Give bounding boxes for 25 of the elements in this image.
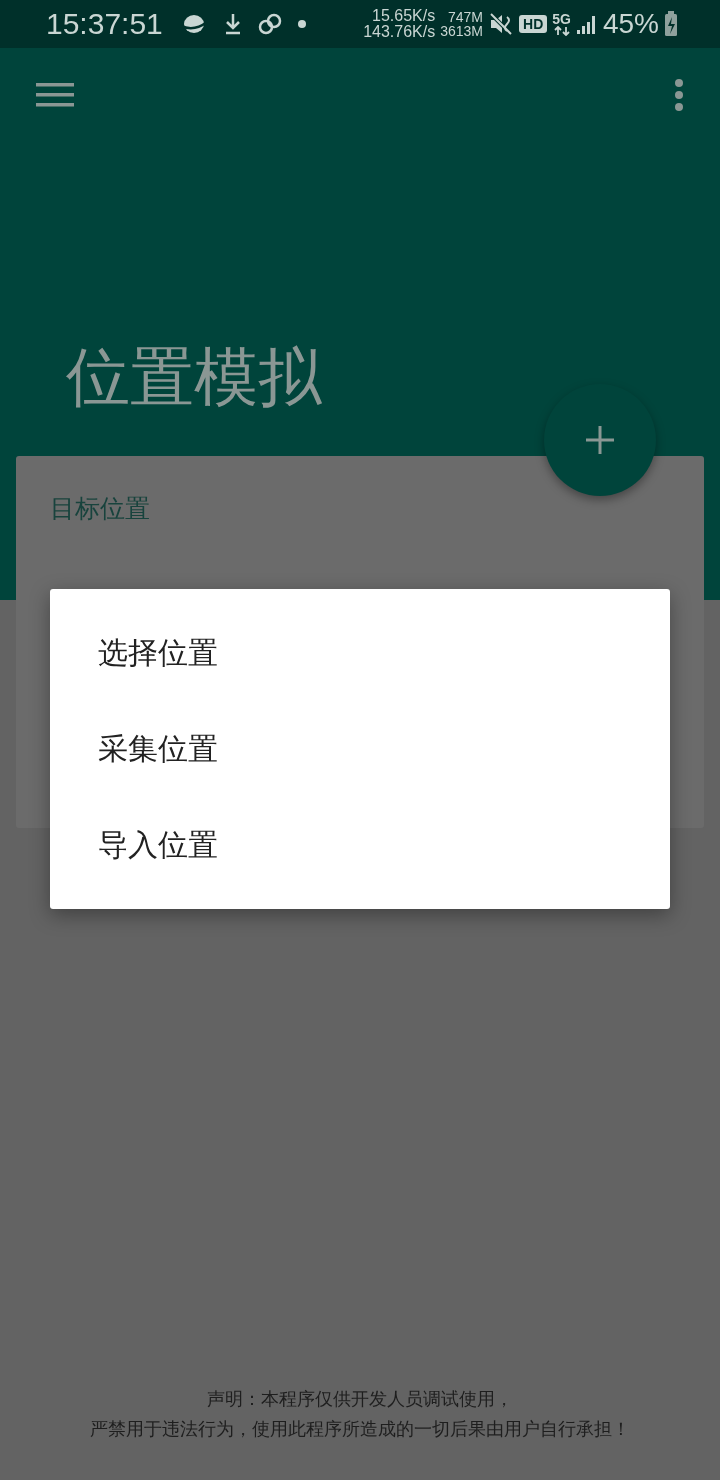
menu-button[interactable] <box>36 81 74 109</box>
memory-total: 3613M <box>440 24 484 38</box>
battery-percent: 45% <box>602 8 659 40</box>
hd-badge: HD <box>519 15 548 33</box>
disclaimer-text: 声明：本程序仅供开发人员调试使用， <box>206 1387 514 1411</box>
plus-icon <box>586 426 614 454</box>
memory-used: 747M <box>448 10 484 24</box>
menu-item[interactable]: 选择位置 <box>50 605 670 701</box>
data-arrows-icon <box>553 26 570 36</box>
link-icon <box>256 12 283 36</box>
menu-item[interactable]: 导入位置 <box>50 797 670 893</box>
dot-icon <box>296 19 307 29</box>
more-button[interactable] <box>674 78 684 112</box>
download-speed: 143.76K/s <box>363 24 436 40</box>
page-title: 位置模拟 <box>66 339 323 416</box>
menu-icon <box>36 81 74 109</box>
mute-icon <box>488 11 515 37</box>
card-label: 目标位置 <box>50 493 151 525</box>
clock-time: 15:37:51 <box>46 7 163 41</box>
network-type: 5G <box>552 12 571 26</box>
menu-item[interactable]: 采集位置 <box>50 701 670 797</box>
upload-speed: 15.65K/s <box>372 8 436 24</box>
battery-charging-icon <box>664 11 678 37</box>
more-icon <box>674 78 684 112</box>
signal-icon <box>575 13 598 35</box>
